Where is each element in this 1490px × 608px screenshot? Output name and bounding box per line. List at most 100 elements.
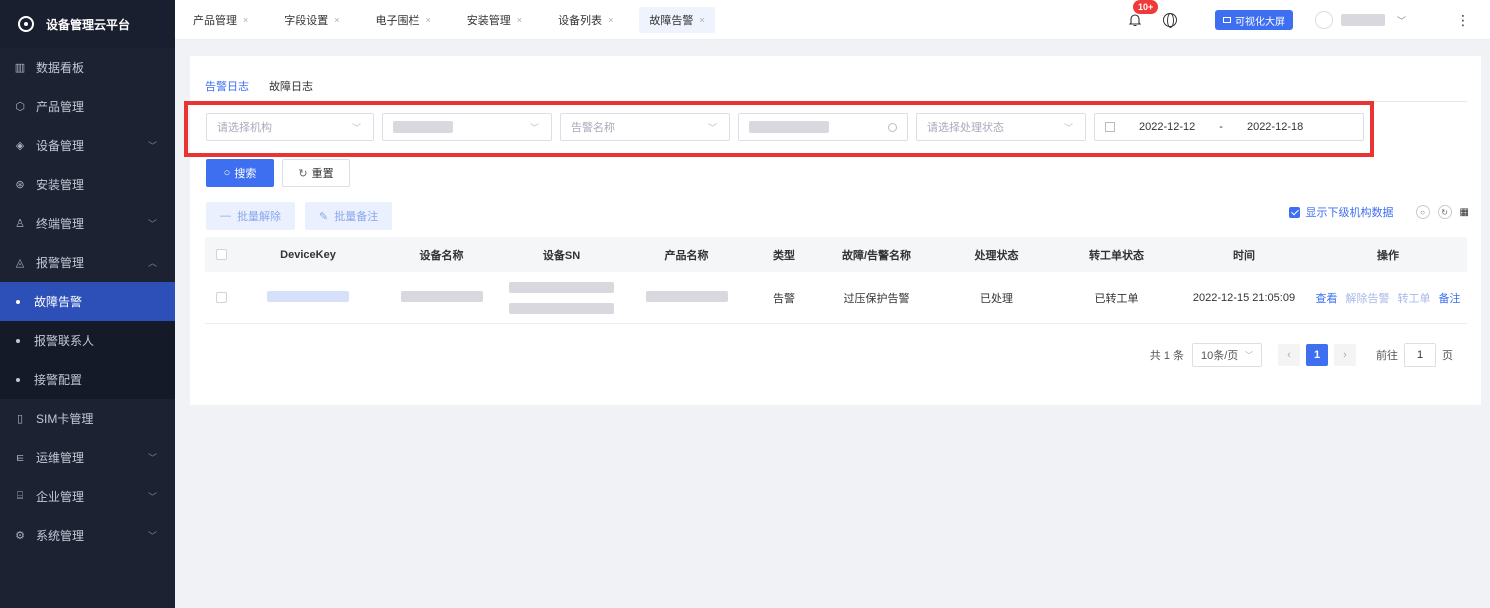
brand: 设备管理云平台 — [0, 0, 175, 48]
search-button-label: 搜索 — [234, 168, 257, 180]
to-work-order-link[interactable]: 转工单 — [1398, 290, 1431, 306]
cell-actions: 查看 解除告警 转工单 备注 — [1309, 290, 1467, 306]
release-alarm-link[interactable]: 解除告警 — [1346, 290, 1390, 306]
sidebar-item-system[interactable]: ⚙ 系统管理 ﹀ — [0, 516, 175, 555]
close-icon[interactable]: × — [243, 15, 248, 25]
bell-icon[interactable]: 10+ — [1127, 0, 1159, 28]
select-all-checkbox[interactable] — [215, 249, 227, 260]
tab-field-settings[interactable]: 字段设置 × — [274, 7, 349, 33]
sidebar-item-devices[interactable]: ◈ 设备管理 ﹀ — [0, 126, 175, 165]
cube-icon: ⬡ — [15, 101, 25, 113]
table-row: 告警 过压保护告警 已处理 已转工单 2022-12-15 21:05:09 查… — [205, 272, 1467, 324]
tab-fault-alarm[interactable]: 故障告警 × — [639, 6, 715, 33]
cell-devicekey[interactable] — [237, 290, 379, 305]
search-button[interactable]: ○ 搜索 — [206, 159, 274, 187]
bullet-icon — [16, 299, 20, 304]
view-link[interactable]: 查看 — [1316, 290, 1338, 306]
close-icon[interactable]: × — [334, 15, 339, 25]
tab-install-management[interactable]: 安装管理 × — [457, 7, 532, 33]
columns-icon[interactable]: ▦ — [1460, 207, 1469, 218]
reset-button[interactable]: ↻ 重置 — [282, 159, 350, 187]
tab-label: 设备列表 — [558, 14, 603, 27]
brand-name: 设备管理云平台 — [46, 17, 131, 32]
goto-page-input[interactable]: 1 — [1404, 343, 1436, 367]
chevron-down-icon: ﹀ — [1245, 350, 1253, 360]
username-redacted — [1340, 14, 1385, 26]
col-actions: 操作 — [1377, 249, 1399, 262]
show-sub-org-checkbox[interactable] — [1288, 206, 1300, 218]
sidebar-item-ops[interactable]: ㅌ 运维管理 ﹀ — [0, 438, 175, 477]
table-tools: 显示下级机构数据 ○ ↻ ▦ — [1288, 204, 1469, 220]
sidebar-item-enterprise[interactable]: ⌸ 企业管理 ﹀ — [0, 477, 175, 516]
row-checkbox[interactable] — [215, 292, 227, 303]
tab-device-list[interactable]: 设备列表 × — [548, 7, 623, 33]
search-icon[interactable]: ○ — [1415, 205, 1430, 219]
sidebar-item-fault-alarm[interactable]: 故障告警 — [0, 282, 175, 321]
sidebar-item-products[interactable]: ⬡ 产品管理 — [0, 87, 175, 126]
close-icon[interactable]: × — [426, 15, 431, 25]
gear-icon: ⚙ — [15, 530, 25, 542]
note-link[interactable]: 备注 — [1439, 290, 1461, 306]
device-name-redacted — [400, 290, 483, 302]
visual-screen-button[interactable]: 可视化大屏 — [1214, 10, 1293, 30]
next-page-button[interactable]: › — [1334, 344, 1356, 366]
refresh-icon: ↻ — [298, 167, 308, 180]
refresh-icon[interactable]: ↻ — [1437, 205, 1452, 219]
sidebar-item-alarms[interactable]: ◬ 报警管理 ︿ — [0, 243, 175, 282]
page-number-button[interactable]: 1 — [1306, 344, 1328, 366]
batch-release-label: 批量解除 — [237, 211, 281, 223]
tab-alarm-log[interactable]: 告警日志 — [205, 78, 249, 94]
sidebar-item-install[interactable]: ⊛ 安装管理 — [0, 165, 175, 204]
brand-logo-icon — [18, 16, 34, 32]
sidebar-item-sim[interactable]: ▯ SIM卡管理 — [0, 399, 175, 438]
alarm-icon: ◬ — [15, 257, 25, 269]
close-icon[interactable]: × — [699, 15, 704, 25]
goto-page: 前往 1 页 — [1376, 343, 1453, 367]
bullet-icon — [16, 338, 20, 343]
close-icon[interactable]: × — [608, 15, 613, 25]
row-select-cell — [205, 292, 237, 303]
cell-status: 已处理 — [980, 292, 1013, 305]
tab-fault-log[interactable]: 故障日志 — [269, 78, 313, 94]
batch-release-button[interactable]: — 批量解除 — [206, 202, 295, 230]
chevron-down-icon: ﹀ — [147, 141, 157, 151]
log-tabs: 告警日志 故障日志 — [205, 78, 313, 94]
prev-page-button[interactable]: ‹ — [1278, 344, 1300, 366]
globe-icon[interactable] — [1162, 13, 1177, 28]
top-right-tools: 10+ 可视化大屏 ﹀ ⋮ — [1127, 0, 1490, 40]
page-size-select[interactable]: 10条/页 ﹀ — [1192, 343, 1262, 367]
sidebar-item-terminals[interactable]: ♙ 终端管理 ﹀ — [0, 204, 175, 243]
col-order-status: 转工单状态 — [1089, 249, 1144, 262]
chevron-down-icon: ﹀ — [147, 531, 157, 541]
sidebar-item-alarm-contacts[interactable]: 报警联系人 — [0, 321, 175, 360]
chevron-down-icon: ﹀ — [147, 219, 157, 229]
batch-note-button[interactable]: ✎ 批量备注 — [305, 202, 393, 230]
tab-product-management[interactable]: 产品管理 × — [183, 7, 258, 33]
user-menu[interactable]: ﹀ — [1314, 11, 1406, 29]
sidebar-item-label: 系统管理 — [36, 529, 85, 543]
cell-device-name — [379, 290, 504, 305]
more-vertical-icon[interactable]: ⋮ — [1456, 12, 1470, 29]
bullet-icon — [16, 377, 20, 382]
chevron-down-icon: ﹀ — [1396, 15, 1406, 26]
col-time: 时间 — [1233, 249, 1255, 262]
table-header: DeviceKey 设备名称 设备SN 产品名称 类型 故障/告警名称 处理状态… — [205, 237, 1467, 272]
sidebar-item-label: 故障告警 — [34, 295, 83, 309]
sidebar-item-label: SIM卡管理 — [36, 412, 94, 426]
bar-chart-icon: ▥ — [14, 62, 26, 74]
cell-type: 告警 — [773, 292, 795, 305]
sidebar: 设备管理云平台 ▥ 数据看板 ⬡ 产品管理 ◈ 设备管理 ﹀ ⊛ 安装管理 ♙ … — [0, 0, 175, 608]
top-bar: 产品管理 × 字段设置 × 电子围栏 × 安装管理 × 设备列表 × 故障告警 … — [175, 0, 1490, 40]
visual-screen-label: 可视化大屏 — [1234, 16, 1285, 28]
show-sub-org-label[interactable]: 显示下级机构数据 — [1306, 204, 1394, 220]
tab-label: 字段设置 — [284, 14, 329, 27]
product-name-redacted — [645, 290, 728, 302]
alarm-table: DeviceKey 设备名称 设备SN 产品名称 类型 故障/告警名称 处理状态… — [205, 237, 1467, 324]
sidebar-item-dashboard[interactable]: ▥ 数据看板 — [0, 48, 175, 87]
tab-geofence[interactable]: 电子围栏 × — [366, 7, 441, 33]
batch-actions: — 批量解除 ✎ 批量备注 — [206, 202, 402, 230]
close-icon[interactable]: × — [517, 15, 522, 25]
col-devicekey: DeviceKey — [280, 248, 336, 261]
sidebar-item-alarm-config[interactable]: 接警配置 — [0, 360, 175, 399]
device-sn-redacted-2 — [509, 302, 614, 314]
